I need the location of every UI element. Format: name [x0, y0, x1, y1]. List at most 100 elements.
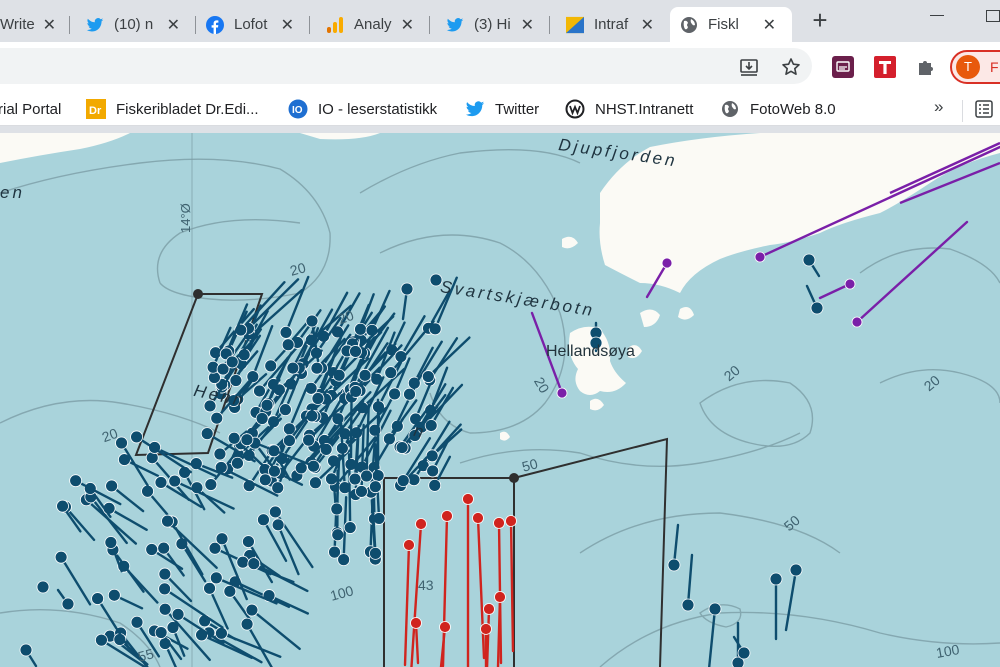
vessel-marker: [215, 532, 229, 546]
tab-label: Lofot: [234, 16, 268, 33]
vessel-marker: [384, 366, 398, 380]
vessel-marker: [309, 476, 322, 490]
depth-label: 43: [418, 577, 434, 593]
bookmarks-divider: [962, 100, 963, 122]
vessel-marker: [95, 633, 108, 647]
vessel-marker: [104, 536, 118, 549]
address-bar[interactable]: [0, 48, 812, 84]
vessel-marker: [225, 355, 239, 369]
vessel-marker: [415, 518, 427, 530]
tab-close-icon[interactable]: ✕: [401, 15, 414, 35]
land-islet-3: [590, 398, 604, 411]
maximize-icon[interactable]: [986, 10, 1000, 22]
land-islet-1: [640, 309, 660, 327]
vessel-map[interactable]: Djupfjorden Svartskjærbotn Hellandsøya H…: [0, 133, 1000, 667]
label-left-edge: en: [0, 183, 25, 202]
tab-facebook[interactable]: Lofot ✕: [196, 7, 310, 42]
profile-button[interactable]: T F: [950, 50, 1000, 84]
vessel-marker: [168, 474, 182, 488]
star-icon[interactable]: [779, 55, 803, 79]
vessel-marker: [330, 502, 344, 516]
tab-close-icon[interactable]: ✕: [281, 15, 294, 35]
land-islet-4: [562, 236, 578, 249]
vessel-marker: [754, 251, 766, 263]
bookmark-fiskeribladet[interactable]: Dr Fiskeribladet Dr.Edi...: [86, 98, 259, 120]
t-extension-icon[interactable]: [873, 55, 897, 79]
tab-intrafish[interactable]: Intraf ✕: [556, 7, 670, 42]
bookmark-nhst[interactable]: NHST.Intranett: [565, 98, 693, 120]
tab-twitter-2[interactable]: (3) Hi ✕: [436, 7, 550, 42]
io-icon: IO: [288, 99, 308, 119]
vessel-track-line: [476, 516, 486, 660]
install-app-icon[interactable]: [737, 55, 761, 79]
reading-list-icon[interactable]: [974, 99, 994, 119]
label-longitude: 14°Ø: [178, 203, 193, 233]
vessel-marker: [69, 474, 83, 488]
vessel-track-line: [111, 548, 145, 593]
bookmark-io[interactable]: IO IO - leserstatistikk: [288, 98, 437, 120]
vessel-marker: [157, 541, 171, 555]
map-canvas: [0, 133, 1000, 667]
land-islet-6: [500, 431, 510, 441]
land-islet-5: [678, 307, 694, 320]
vessel-marker: [286, 361, 300, 375]
vessel-marker: [556, 387, 568, 399]
vessel-marker: [268, 505, 282, 519]
bookmark-portal[interactable]: rial Portal: [0, 98, 61, 120]
bookmark-twitter[interactable]: Twitter: [465, 98, 539, 120]
bookmark-fotoweb[interactable]: FotoWeb 8.0: [720, 98, 836, 120]
twitter-bird-icon: [446, 16, 464, 34]
vessel-marker: [158, 602, 172, 616]
vessel-marker: [483, 603, 495, 615]
vessel-track-line: [200, 633, 253, 659]
vessel-marker: [210, 411, 224, 425]
tab-close-icon[interactable]: ✕: [167, 15, 180, 35]
vessel-marker: [253, 384, 266, 398]
vessel-marker: [240, 433, 254, 447]
tab-close-icon[interactable]: ✕: [763, 15, 776, 35]
vessel-marker: [279, 403, 292, 417]
tab-close-icon[interactable]: ✕: [641, 15, 654, 35]
vessel-marker: [161, 514, 174, 528]
vessel-marker: [441, 510, 453, 522]
vessel-marker: [439, 621, 451, 633]
tab-write[interactable]: Write ✕: [0, 7, 70, 42]
vessel-marker: [368, 480, 382, 494]
tab-twitter-1[interactable]: (10) n ✕: [76, 7, 196, 42]
vessel-marker: [61, 597, 75, 611]
tab-close-icon[interactable]: ✕: [521, 15, 534, 35]
vessel-marker: [200, 427, 214, 441]
new-tab-button[interactable]: +: [806, 6, 834, 36]
vessel-marker: [462, 493, 474, 505]
tab-label: Intraf: [594, 16, 629, 33]
vessel-marker: [410, 617, 422, 629]
puzzle-extensions-icon[interactable]: [914, 55, 938, 79]
vessel-marker: [213, 447, 227, 461]
vessel-marker: [281, 338, 295, 352]
vessel-tracks: [19, 141, 1000, 667]
zone-central: [383, 477, 515, 667]
printer-extension-icon[interactable]: [831, 55, 855, 79]
vessel-marker: [305, 314, 319, 328]
vessel-marker: [360, 469, 373, 483]
vessel-track-line: [403, 543, 411, 667]
bookmark-label: NHST.Intranett: [595, 100, 694, 118]
tab-close-icon[interactable]: ✕: [43, 15, 56, 35]
tab-analytics[interactable]: Analy ✕: [316, 7, 430, 42]
vessel-marker: [271, 518, 285, 532]
vessel-marker: [91, 592, 104, 605]
vessel-marker: [264, 359, 278, 373]
vessel-marker: [154, 626, 168, 639]
vessel-track-line: [784, 568, 798, 632]
vessel-marker: [141, 484, 154, 498]
tab-fiskl-active[interactable]: Fiskl ✕: [670, 7, 792, 42]
vessel-marker: [494, 591, 506, 603]
vessel-marker: [667, 558, 681, 572]
intrafish-icon: [566, 16, 584, 34]
vessel-marker: [349, 345, 362, 358]
bookmark-label: IO - leserstatistikk: [318, 100, 438, 118]
bookmarks-overflow-chevron[interactable]: »: [934, 97, 943, 117]
vessel-marker: [158, 567, 172, 581]
minimize-icon[interactable]: [930, 10, 944, 16]
tab-label: (10) n: [114, 16, 154, 33]
